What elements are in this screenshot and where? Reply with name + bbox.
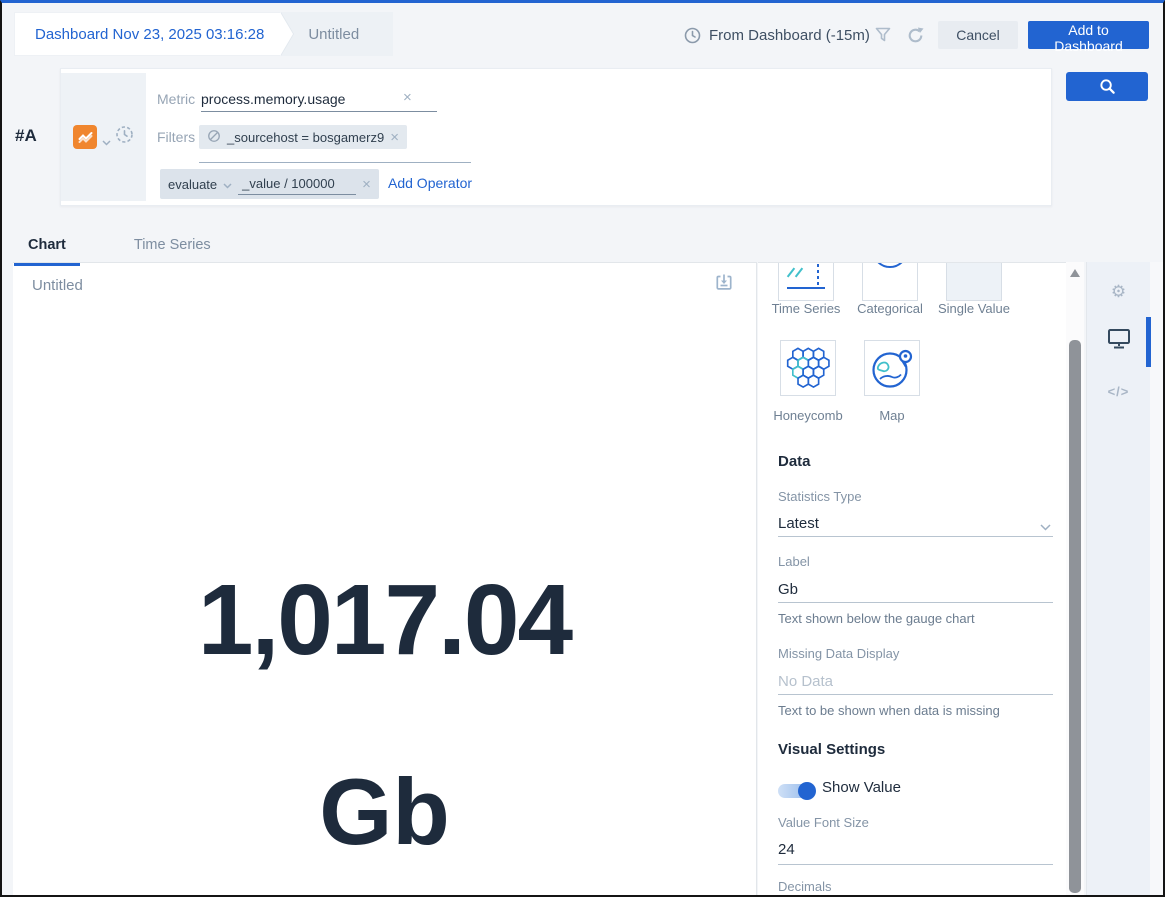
label-input[interactable]: Gb	[778, 581, 798, 598]
chart-type-time-series[interactable]	[778, 262, 834, 301]
filters-label: Filters	[157, 129, 195, 145]
time-series-icon	[779, 262, 833, 300]
metric-input[interactable]: process.memory.usage	[201, 91, 345, 107]
missing-help-text: Text to be shown when data is missing	[778, 703, 1000, 718]
filters-underline	[199, 162, 471, 163]
clock-icon	[684, 27, 701, 44]
operator-chevron-icon[interactable]	[223, 177, 232, 192]
topbar-controls: From Dashboard (-15m) Cancel Add to Dash…	[684, 21, 1165, 49]
metrics-query-icon	[73, 125, 97, 149]
filter-chip[interactable]: _sourcehost = bosgamerz9 ×	[199, 125, 407, 149]
time-range-label[interactable]: From Dashboard (-15m)	[709, 27, 870, 44]
missing-data-input[interactable]: No Data	[778, 673, 833, 690]
active-rail-indicator	[1146, 317, 1151, 367]
chart-type-honeycomb[interactable]	[780, 340, 836, 396]
add-to-dashboard-button[interactable]: Add to Dashboard	[1028, 21, 1149, 49]
dashboard-tab[interactable]: Dashboard Nov 23, 2025 03:16:28	[14, 12, 280, 56]
filter-funnel-icon[interactable]	[875, 27, 891, 42]
show-value-toggle[interactable]	[778, 784, 814, 798]
metric-underline	[201, 111, 437, 112]
scroll-up-arrow-icon[interactable]	[1070, 269, 1080, 277]
breadcrumb-arrow	[280, 12, 293, 56]
metric-label: Metric	[157, 91, 195, 107]
export-download-icon[interactable]	[714, 273, 734, 298]
rail-settings-gears[interactable]: ⚙	[1087, 282, 1150, 302]
refresh-icon[interactable]	[906, 26, 925, 45]
dashboard-tab-label: Dashboard Nov 23, 2025 03:16:28	[35, 26, 264, 43]
chart-type-label-time-series: Time Series	[766, 301, 846, 316]
chevron-down-icon[interactable]	[102, 133, 110, 141]
label-help-text: Text shown below the gauge chart	[778, 611, 975, 626]
tab-time-series[interactable]: Time Series	[120, 229, 225, 266]
chart-type-label-map: Map	[852, 408, 932, 423]
query-card: Metric process.memory.usage × Filters _s…	[60, 68, 1052, 206]
missing-data-label: Missing Data Display	[778, 646, 899, 661]
untitled-tab-label: Untitled	[308, 26, 359, 43]
label-underline	[778, 602, 1053, 603]
data-section-heading: Data	[778, 453, 811, 470]
breadcrumb: Dashboard Nov 23, 2025 03:16:28 Untitled	[14, 12, 393, 56]
operator-chip: evaluate _value / 100000 ×	[160, 169, 379, 199]
operator-expression-input[interactable]: _value / 100000	[238, 173, 356, 195]
cancel-button[interactable]: Cancel	[938, 21, 1018, 49]
single-value-display: 1,017.04	[13, 563, 756, 678]
chart-type-label-honeycomb: Honeycomb	[768, 408, 848, 423]
settings-panel: 123 Time Series Categorical Single Value	[758, 262, 1066, 895]
query-type-box[interactable]	[61, 73, 146, 201]
chart-type-single-value[interactable]: 123	[946, 262, 1002, 301]
toggle-knob	[798, 782, 816, 800]
categorical-icon	[872, 262, 908, 268]
filter-chip-text: _sourcehost = bosgamerz9	[227, 130, 384, 145]
statistics-underline	[778, 536, 1053, 537]
statistics-type-select[interactable]: Latest	[778, 515, 819, 532]
rail-query-code[interactable]: </>	[1087, 384, 1150, 399]
no-entry-icon[interactable]	[207, 129, 221, 146]
visual-settings-heading: Visual Settings	[778, 741, 885, 758]
gear-icon: ⚙	[1111, 282, 1126, 302]
font-size-label: Value Font Size	[778, 815, 869, 830]
label-field-label: Label	[778, 554, 810, 569]
operator-select[interactable]: evaluate	[168, 177, 217, 192]
monitor-icon	[1107, 328, 1131, 350]
chart-panel: Untitled 1,017.04 Gb	[13, 262, 757, 895]
chart-type-categorical[interactable]	[862, 262, 918, 301]
font-size-input[interactable]: 24	[778, 841, 795, 858]
tab-chart[interactable]: Chart	[14, 229, 80, 266]
search-icon	[1099, 78, 1116, 95]
untitled-tab[interactable]: Untitled	[280, 12, 393, 56]
statistics-type-label: Statistics Type	[778, 489, 862, 504]
remove-filter-icon[interactable]: ×	[390, 130, 399, 145]
metrics-editor-window: Dashboard Nov 23, 2025 03:16:28 Untitled…	[0, 0, 1165, 897]
scrollbar-thumb[interactable]	[1069, 340, 1081, 893]
settings-scrollbar[interactable]	[1066, 262, 1084, 895]
right-gutter	[1150, 262, 1163, 895]
remove-operator-icon[interactable]: ×	[362, 177, 371, 192]
honeycomb-icon	[784, 347, 832, 389]
right-icon-rail: ⚙ </>	[1086, 262, 1150, 895]
missing-underline	[778, 694, 1053, 695]
decimals-label: Decimals	[778, 879, 831, 894]
schedule-clock-icon[interactable]	[115, 125, 134, 149]
statistics-chevron-icon[interactable]	[1040, 518, 1051, 536]
query-row-id: #A	[15, 126, 37, 146]
run-search-button[interactable]	[1066, 72, 1148, 101]
chart-type-label-single-value: Single Value	[924, 301, 1024, 316]
rail-display-settings[interactable]	[1087, 328, 1150, 350]
add-operator-link[interactable]: Add Operator	[388, 175, 472, 191]
map-icon	[869, 345, 915, 391]
single-value-unit: Gb	[13, 758, 756, 866]
chart-type-map[interactable]	[864, 340, 920, 396]
show-value-label: Show Value	[822, 779, 901, 796]
clear-metric-icon[interactable]: ×	[403, 90, 412, 105]
view-tabs: Chart Time Series	[14, 229, 225, 266]
chart-type-label-categorical: Categorical	[850, 301, 930, 316]
chart-panel-title: Untitled	[32, 277, 83, 294]
code-icon: </>	[1108, 384, 1130, 399]
font-size-underline	[778, 864, 1053, 865]
